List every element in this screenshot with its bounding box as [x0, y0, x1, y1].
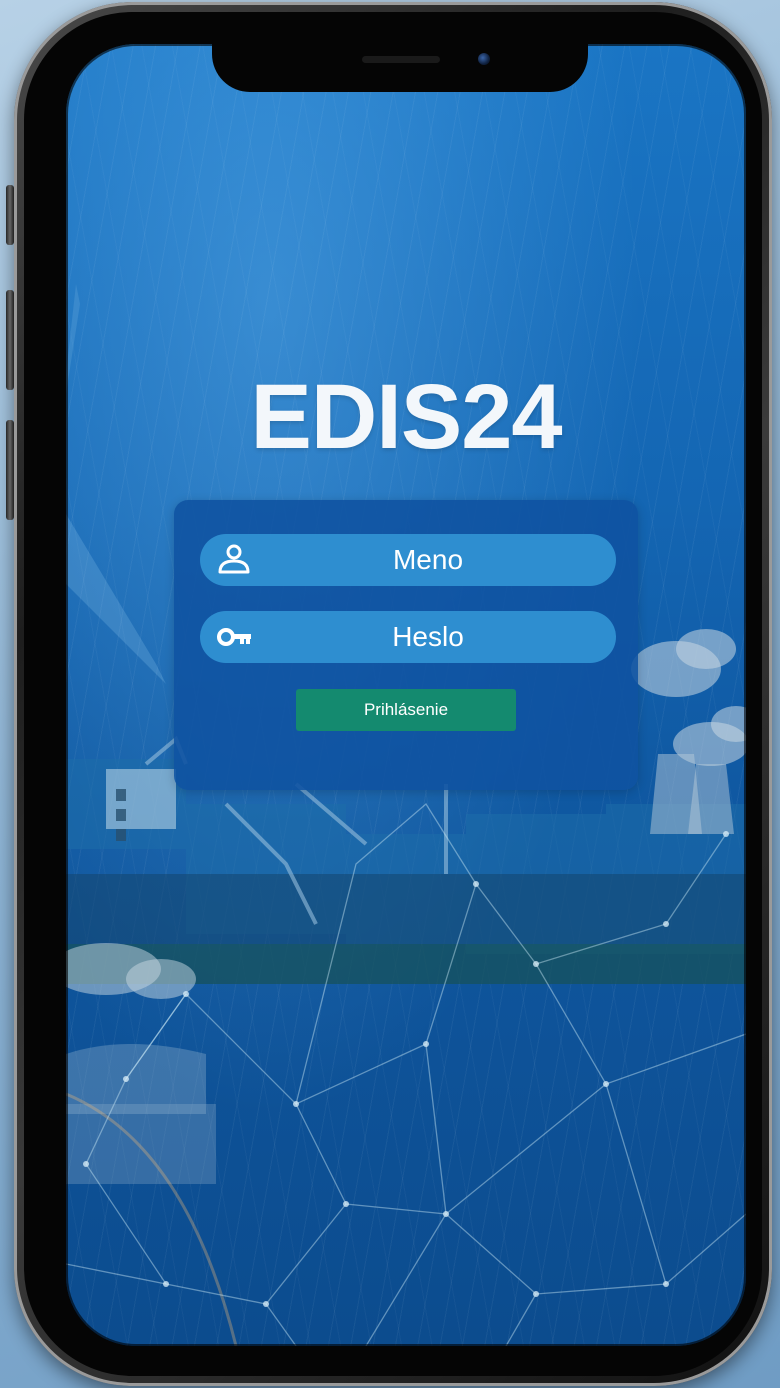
device-mockup: EDIS24 Meno Heslo Prihlásenie	[0, 0, 780, 1388]
phone-side-button	[6, 185, 14, 245]
user-icon	[218, 544, 250, 574]
speaker-grille	[362, 56, 440, 63]
app-screen: EDIS24 Meno Heslo Prihlásenie	[66, 44, 746, 1346]
key-icon	[217, 628, 251, 646]
phone-notch	[212, 44, 588, 92]
username-field[interactable]: Meno	[200, 534, 616, 586]
front-camera-icon	[478, 53, 490, 65]
phone-side-button	[6, 420, 14, 520]
app-logo: EDIS24	[250, 366, 562, 468]
password-placeholder: Heslo	[392, 621, 464, 652]
password-field[interactable]: Heslo	[200, 611, 616, 663]
login-button[interactable]: Prihlásenie	[296, 689, 516, 731]
login-form: Meno Heslo Prihlásenie	[174, 500, 638, 790]
phone-side-button	[6, 290, 14, 390]
username-placeholder: Meno	[392, 544, 464, 575]
